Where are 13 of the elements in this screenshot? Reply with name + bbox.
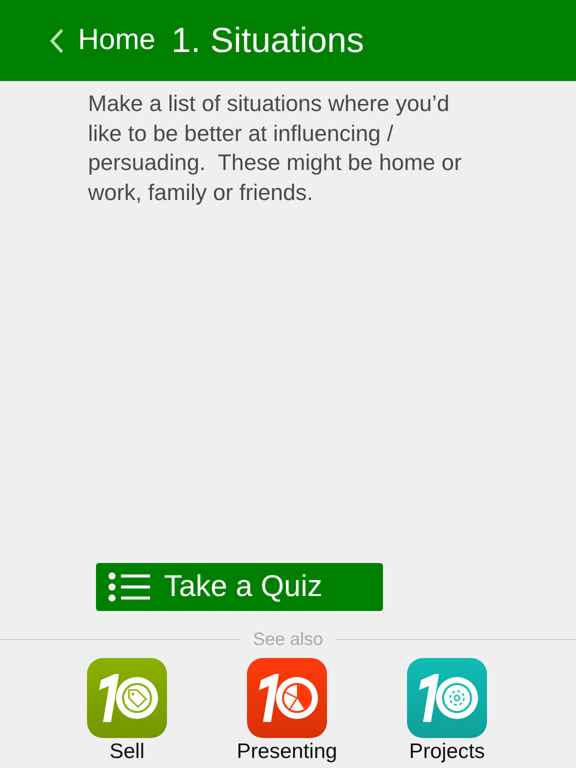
app-label: Presenting xyxy=(236,740,338,764)
section-heading: See also xyxy=(252,629,324,650)
instructions-text: Make a list of situations where you’d like to be better at influencing / persuading. These might be home or work, family or friends. xyxy=(88,90,463,207)
page-title: 1. Situations xyxy=(171,20,364,60)
app-label: Sell xyxy=(109,740,145,764)
app-label: Projects xyxy=(409,740,485,764)
back-button[interactable]: Home xyxy=(50,24,156,57)
gear-app-icon[interactable] xyxy=(407,658,487,738)
pie-chart-app-icon[interactable] xyxy=(247,658,327,738)
tag-app-icon[interactable] xyxy=(87,658,167,738)
quiz-button[interactable]: Take a Quiz xyxy=(96,563,383,611)
chevron-icon xyxy=(50,28,64,54)
list-icon xyxy=(108,572,150,602)
